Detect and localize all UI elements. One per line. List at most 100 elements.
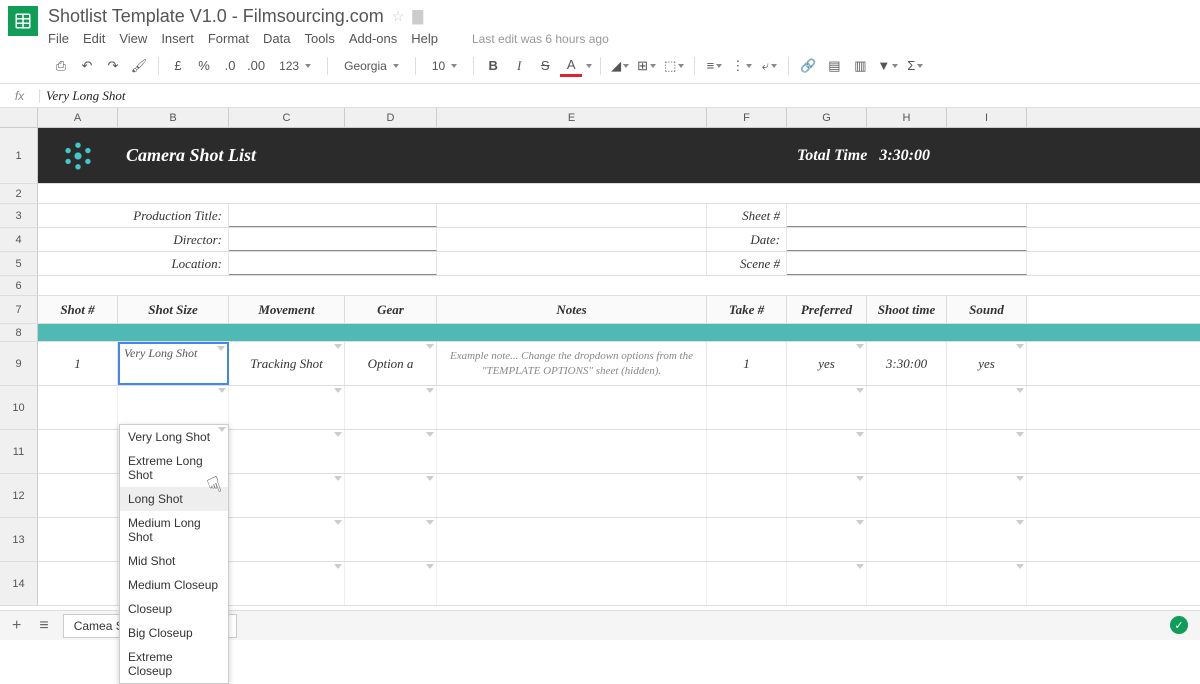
cell-sound[interactable]: yes [947,342,1027,385]
add-sheet-button[interactable]: + [8,617,25,635]
percent-button[interactable]: % [193,55,215,77]
dropdown-arrow-icon[interactable] [856,564,864,569]
dropdown-arrow-icon[interactable] [1016,388,1024,393]
dropdown-arrow-icon[interactable] [1016,344,1024,349]
menu-tools[interactable]: Tools [304,31,334,46]
dropdown-option[interactable]: Medium Long Shot [120,511,228,549]
all-sheets-button[interactable]: ≡ [35,617,52,635]
dropdown-arrow-icon[interactable] [218,427,226,432]
grid[interactable]: 1 Camera Shot List Total Time 3:30:00 2 … [0,128,1200,606]
menu-help[interactable]: Help [411,31,438,46]
bold-button[interactable]: B [482,55,504,77]
row-14-header[interactable]: 14 [0,562,38,605]
fill-color-icon[interactable]: ◢ [609,55,631,77]
cell-preferred[interactable]: yes [787,342,867,385]
row-3-header[interactable]: 3 [0,204,38,227]
shotsize-dropdown[interactable]: Very Long ShotExtreme Long ShotLong Shot… [119,424,229,684]
functions-icon[interactable]: Σ [904,55,926,77]
row-13-header[interactable]: 13 [0,518,38,561]
dropdown-arrow-icon[interactable] [334,344,342,349]
scene-num-field[interactable] [787,252,1027,275]
cell-notes[interactable]: Example note... Change the dropdown opti… [437,342,707,385]
cell-shotsize[interactable]: Very Long Shot [118,342,229,385]
sheets-logo[interactable] [8,6,38,36]
dropdown-arrow-icon[interactable] [856,344,864,349]
dropdown-option[interactable]: Mid Shot [120,549,228,573]
menu-addons[interactable]: Add-ons [349,31,397,46]
row-4-header[interactable]: 4 [0,228,38,251]
dropdown-arrow-icon[interactable] [856,432,864,437]
borders-icon[interactable]: ⊞ [635,55,658,77]
dropdown-arrow-icon[interactable] [1016,432,1024,437]
star-icon[interactable]: ☆ [392,8,405,25]
dec-increase-button[interactable]: .00 [245,55,267,77]
dropdown-option[interactable]: Extreme Closeup [120,645,228,683]
row-11-header[interactable]: 11 [0,430,38,473]
location-field[interactable] [229,252,437,275]
text-color-button[interactable]: A [560,55,582,77]
dropdown-arrow-icon[interactable] [856,388,864,393]
filter-icon[interactable]: ▼ [875,55,900,77]
dropdown-option[interactable]: Medium Closeup [120,573,228,597]
row-6-header[interactable]: 6 [0,276,38,295]
link-icon[interactable]: 🔗 [797,55,819,77]
row-12-header[interactable]: 12 [0,474,38,517]
valign-icon[interactable]: ⋮ [729,55,754,77]
row-1-header[interactable]: 1 [0,128,38,183]
cell-gear[interactable]: Option a [345,342,437,385]
dropdown-arrow-icon[interactable] [217,346,225,351]
menu-insert[interactable]: Insert [161,31,194,46]
dropdown-arrow-icon[interactable] [1016,520,1024,525]
doc-title[interactable]: Shotlist Template V1.0 - Filmsourcing.co… [48,6,384,27]
dropdown-arrow-icon[interactable] [426,344,434,349]
comment-icon[interactable]: ▤ [823,55,845,77]
dropdown-arrow-icon[interactable] [426,432,434,437]
dropdown-arrow-icon[interactable] [1016,564,1024,569]
print-icon[interactable]: ⎙ [50,55,72,77]
number-format-select[interactable]: 123 [271,55,319,77]
col-B[interactable]: B [118,108,229,127]
dropdown-arrow-icon[interactable] [334,564,342,569]
col-F[interactable]: F [707,108,787,127]
dropdown-option[interactable]: Big Closeup [120,621,228,645]
cell-shotnum[interactable]: 1 [38,342,118,385]
menu-format[interactable]: Format [208,31,249,46]
dropdown-option[interactable]: Very Long Shot [120,425,228,449]
col-D[interactable]: D [345,108,437,127]
col-C[interactable]: C [229,108,345,127]
dropdown-arrow-icon[interactable] [856,476,864,481]
sheet-num-field[interactable] [787,204,1027,227]
production-title-field[interactable] [229,204,437,227]
menu-view[interactable]: View [119,31,147,46]
row-5-header[interactable]: 5 [0,252,38,275]
halign-icon[interactable]: ≡ [703,55,725,77]
menu-data[interactable]: Data [263,31,290,46]
dropdown-option[interactable]: Extreme Long Shot [120,449,228,487]
select-all-corner[interactable] [0,108,38,127]
row-7-header[interactable]: 7 [0,296,38,323]
folder-icon[interactable]: ▇ [412,8,423,25]
row-9-header[interactable]: 9 [0,342,38,385]
paint-format-icon[interactable]: 🖌 [128,55,150,77]
menu-edit[interactable]: Edit [83,31,105,46]
fontsize-select[interactable]: 10 [424,55,465,77]
col-E[interactable]: E [437,108,707,127]
dropdown-arrow-icon[interactable] [1016,476,1024,481]
dropdown-arrow-icon[interactable] [426,520,434,525]
dropdown-arrow-icon[interactable] [334,432,342,437]
dropdown-arrow-icon[interactable] [334,520,342,525]
row-8-header[interactable]: 8 [0,324,38,341]
dropdown-arrow-icon[interactable] [334,476,342,481]
col-I[interactable]: I [947,108,1027,127]
dropdown-arrow-icon[interactable] [426,476,434,481]
dropdown-arrow-icon[interactable] [334,388,342,393]
col-H[interactable]: H [867,108,947,127]
dropdown-arrow-icon[interactable] [856,520,864,525]
menu-file[interactable]: File [48,31,69,46]
wrap-icon[interactable]: ⤶ [758,55,780,77]
cell-take[interactable]: 1 [707,342,787,385]
cell-movement[interactable]: Tracking Shot [229,342,345,385]
col-G[interactable]: G [787,108,867,127]
dropdown-arrow-icon[interactable] [426,388,434,393]
strike-button[interactable]: S [534,55,556,77]
